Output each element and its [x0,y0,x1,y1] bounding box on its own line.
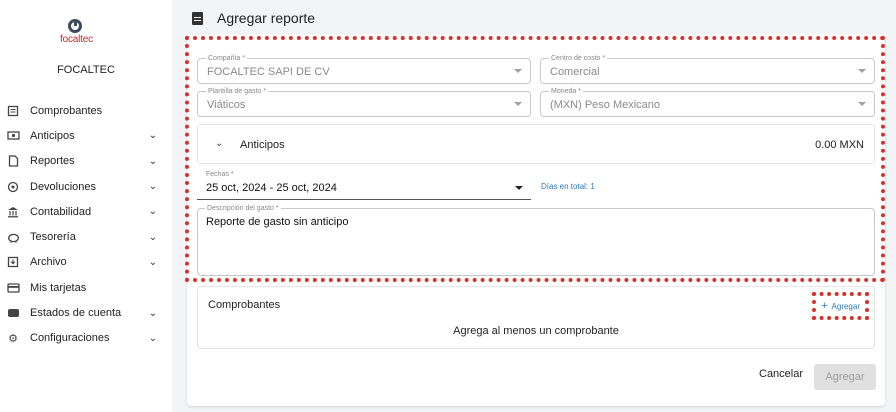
return-icon [6,180,20,194]
logo-mark-icon [68,19,82,33]
sidebar-nav: Comprobantes Anticipos ⌄ Reportes ⌄ Devo… [0,98,172,351]
chevron-down-icon[interactable]: ⌄ [215,138,223,149]
sidebar-item-devoluciones[interactable]: Devoluciones ⌄ [0,174,172,199]
company-logo: focaltec [60,19,93,45]
sidebar-item-label: Tesorería [30,231,76,244]
anticipos-accordion[interactable]: ⌄ Anticipos 0.00 MXN [197,124,875,164]
descripcion-textarea[interactable]: Descripción del gasto * Reporte de gasto… [197,204,875,276]
comprobantes-section: Comprobantes + Agregar Agrega al menos u… [197,286,875,349]
chevron-down-icon[interactable]: ⌄ [146,257,160,268]
anticipos-amount: 0.00 MXN [815,139,864,151]
fechas-select[interactable]: Fechas * 25 oct, 2024 - 25 oct, 2024 [197,171,531,200]
plantilla-value: Viáticos [207,99,246,111]
archive-icon [6,255,20,269]
add-comprobante-button[interactable]: + Agregar [812,292,869,320]
sidebar-item-configuraciones[interactable]: ⚙ Configuraciones ⌄ [0,326,172,351]
chevron-down-icon[interactable]: ⌄ [146,232,160,243]
page-title: Agregar reporte [217,10,316,26]
sidebar-item-label: Mis tarjetas [30,281,87,294]
card-icon [6,281,20,295]
moneda-select[interactable]: Moneda * (MXN) Peso Mexicano [540,87,875,117]
anticipos-label: Anticipos [240,139,285,151]
moneda-label: Moneda * [549,87,583,96]
caret-down-icon [514,69,522,73]
bank-icon [6,205,20,219]
plantilla-select[interactable]: Plantilla de gasto * Viáticos [197,87,531,117]
sidebar-item-mis-tarjetas[interactable]: Mis tarjetas [0,275,172,300]
sidebar-item-label: Archivo [30,256,67,269]
chevron-down-icon[interactable]: ⌄ [146,181,160,192]
piggy-bank-icon [6,230,20,244]
document-icon [192,11,203,25]
logo-text: focaltec [60,34,93,45]
fechas-value: 25 oct, 2024 - 25 oct, 2024 [206,182,337,194]
report-form-card: Compañía * FOCALTEC SAPI DE CV Centro de… [185,34,885,406]
sidebar-item-comprobantes[interactable]: Comprobantes [0,98,172,123]
sidebar-item-label: Devoluciones [30,180,97,193]
sidebar: focaltec FOCALTEC Comprobantes Anticipos… [0,0,172,412]
caret-down-icon [858,102,866,106]
compania-label: Compañía * [206,54,247,63]
sidebar-item-contabilidad[interactable]: Contabilidad ⌄ [0,199,172,224]
page-header: Agregar reporte [192,10,315,26]
money-icon [6,129,20,143]
caret-down-icon [514,102,522,106]
sidebar-item-label: Contabilidad [30,205,92,218]
comprobantes-title: Comprobantes [208,299,281,311]
plantilla-label: Plantilla de gasto * [206,87,268,96]
chevron-down-icon[interactable]: ⌄ [146,130,160,141]
descripcion-label: Descripción del gasto * [205,204,281,213]
chevron-down-icon[interactable]: ⌄ [146,333,160,344]
sidebar-item-anticipos[interactable]: Anticipos ⌄ [0,123,172,148]
descripcion-value: Reporte de gasto sin anticipo [206,216,349,228]
compania-select[interactable]: Compañía * FOCALTEC SAPI DE CV [197,54,531,84]
fechas-label: Fechas * [206,171,234,178]
centro-costo-select[interactable]: Centro de costo * Comercial [540,54,875,84]
sidebar-item-tesoreria[interactable]: Tesorería ⌄ [0,224,172,249]
comprobantes-empty-message: Agrega al menos un comprobante [453,325,619,337]
chevron-down-icon[interactable]: ⌄ [146,206,160,217]
cancel-button[interactable]: Cancelar [759,368,803,380]
moneda-value: (MXN) Peso Mexicano [550,99,661,111]
dias-total: Días en total: 1 [541,182,595,191]
sidebar-item-label: Reportes [30,155,75,168]
caret-down-icon [515,186,523,190]
sidebar-item-label: Comprobantes [30,104,103,117]
sidebar-item-reportes[interactable]: Reportes ⌄ [0,149,172,174]
add-comprobante-label: Agregar [831,301,860,311]
gear-icon: ⚙ [8,332,18,345]
statement-icon [6,306,20,320]
sidebar-item-label: Anticipos [30,129,75,142]
company-name: FOCALTEC [57,64,115,76]
submit-button[interactable]: Agregar [814,364,876,390]
plus-icon: + [821,300,828,312]
sidebar-item-label: Estados de cuenta [30,307,122,320]
centro-costo-value: Comercial [550,66,600,78]
sidebar-item-estados-de-cuenta[interactable]: Estados de cuenta ⌄ [0,300,172,325]
caret-down-icon [858,69,866,73]
document-icon [6,154,20,168]
sidebar-item-archivo[interactable]: Archivo ⌄ [0,250,172,275]
sidebar-item-label: Configuraciones [30,332,110,345]
centro-costo-label: Centro de costo * [549,54,608,63]
chevron-down-icon[interactable]: ⌄ [146,308,160,319]
chevron-down-icon[interactable]: ⌄ [146,156,160,167]
compania-value: FOCALTEC SAPI DE CV [207,66,330,78]
receipt-icon [6,104,20,118]
